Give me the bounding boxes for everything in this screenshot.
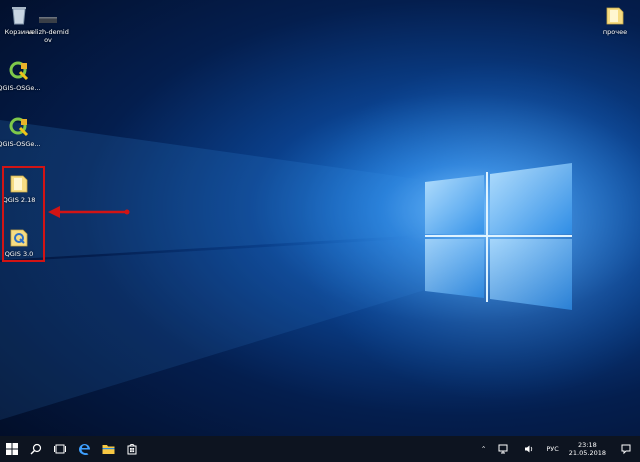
desktop-icon-label: velizh-demid [27,28,69,36]
clock[interactable]: 23:18 21.05.2018 [563,441,612,457]
notifications-icon[interactable] [612,443,640,455]
clock-date: 21.05.2018 [568,449,606,457]
start-button[interactable] [0,436,24,462]
desktop-icon-qgis-2[interactable]: QGIS-OSGe... [0,116,49,148]
desktop-wallpaper [0,60,640,420]
desktop-icon-label: QGIS-OSGe... [0,84,41,92]
language-indicator[interactable]: РУС [542,445,562,453]
file-explorer-icon [102,445,114,454]
user-folder-icon [39,17,57,23]
task-view-icon [54,444,66,454]
qgis-icon [9,61,29,81]
taskbar: ⌃ РУС 23:18 21.05.2018 [0,436,640,462]
system-tray: ⌃ РУС 23:18 21.05.2018 [477,436,640,462]
volume-icon[interactable] [516,444,542,454]
search-button[interactable] [24,436,48,462]
file-explorer-button[interactable] [96,436,120,462]
tray-chevron-up-icon[interactable]: ⌃ [477,445,490,453]
network-icon[interactable] [490,444,516,454]
annotation-highlight-box [2,166,45,262]
desktop-icon-other-folder[interactable]: прочее [585,4,640,36]
edge-button[interactable] [72,436,96,462]
windows-start-icon [6,443,18,455]
desktop-icon-label: QGIS-OSGe... [0,140,41,148]
search-icon [30,443,42,455]
edge-icon [78,443,90,455]
annotation-arrow-dot [124,209,130,215]
desktop-icon-qgis-1[interactable]: QGIS-OSGe... [0,60,49,92]
store-button[interactable] [120,436,144,462]
clock-time: 23:18 [578,441,597,449]
folder-icon [606,7,624,25]
desktop-icon-label-line2: ov [44,36,52,44]
task-view-button[interactable] [48,436,72,462]
desktop-icon-user-folder[interactable]: velizh-demid ov [18,4,78,44]
store-icon [127,444,137,455]
qgis-icon [9,117,29,137]
desktop-icon-label: прочее [602,28,628,36]
